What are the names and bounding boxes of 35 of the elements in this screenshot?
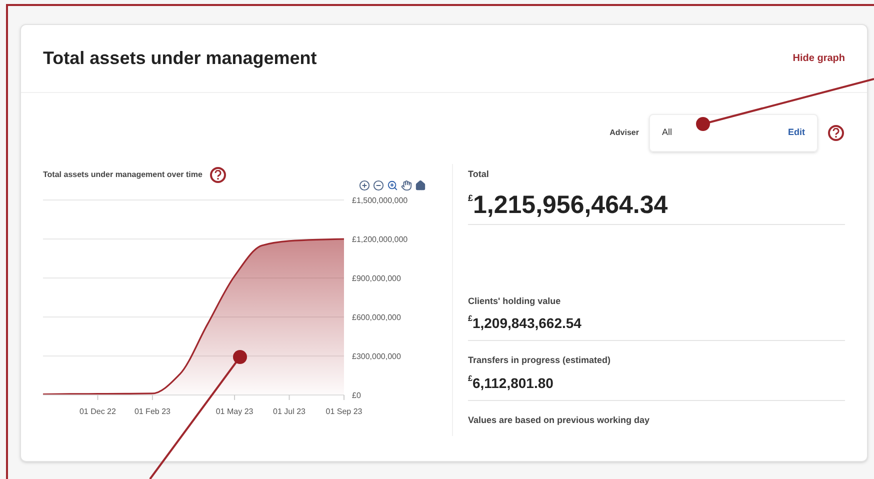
summary-label: Clients' holding value: [468, 294, 562, 308]
home-icon[interactable]: [415, 180, 426, 191]
summary-value: 1,209,843,662.54: [472, 314, 582, 333]
axis-label: £300,000,000: [352, 352, 401, 361]
currency-symbol: £: [468, 313, 472, 325]
currency-symbol: £: [468, 372, 472, 384]
axis-label: £600,000,000: [352, 313, 401, 322]
axis-label: £1,500,000,000: [352, 196, 408, 205]
magnifier-icon[interactable]: [387, 180, 398, 191]
hand-icon[interactable]: [401, 180, 412, 191]
help-icon[interactable]: [828, 125, 844, 141]
axis-label: 01 Dec 22: [80, 407, 116, 416]
card-title: Total assets under management: [43, 47, 317, 70]
axis-label: £1,200,000,000: [352, 235, 408, 244]
adviser-value: All: [662, 126, 672, 140]
zoom-out-icon[interactable]: [373, 180, 384, 191]
zoom-in-icon[interactable]: [359, 180, 370, 191]
total-value: 1,215,956,464.34: [473, 190, 668, 220]
summary-label: Transfers in progress (estimated): [468, 354, 612, 367]
axis-label: 01 Feb 23: [134, 407, 170, 416]
axis-label: 01 Sep 23: [326, 407, 362, 416]
chart-title: Total assets under management over time: [43, 169, 202, 181]
help-icon[interactable]: [210, 167, 226, 183]
adviser-label: Adviser: [610, 127, 639, 139]
axis-label: £900,000,000: [352, 274, 401, 283]
note-text: Values are based on previous working day: [468, 414, 651, 427]
adviser-selector[interactable]: All Edit: [649, 114, 818, 152]
axis-label: 01 May 23: [216, 407, 254, 416]
axis-label: 01 Jul 23: [273, 407, 306, 416]
currency-symbol: £: [468, 192, 474, 204]
hide-graph-link[interactable]: Hide graph: [792, 51, 845, 66]
edit-link[interactable]: Edit: [788, 126, 805, 140]
axis-label: £0: [352, 391, 361, 400]
summary-value: 6,112,801.80: [472, 374, 554, 392]
total-label: Total: [468, 168, 490, 181]
